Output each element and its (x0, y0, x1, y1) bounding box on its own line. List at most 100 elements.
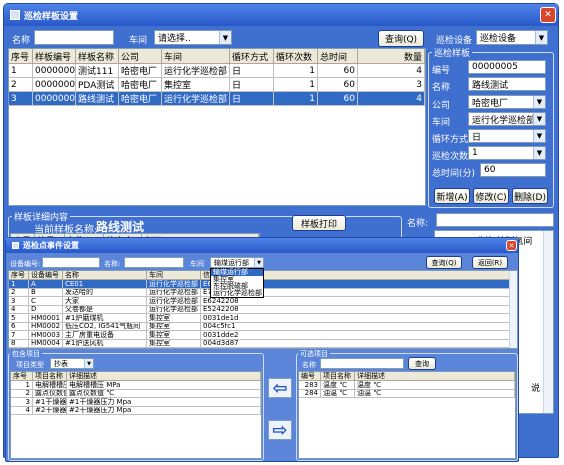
edit-button[interactable]: 修改(C) (473, 188, 509, 204)
workshop-dropdown-list[interactable]: 输煤运行部 集控室 东控脱硫部 运行化学巡检部 (210, 268, 264, 298)
name-filter-input[interactable] (34, 30, 114, 45)
detail-name-input[interactable] (436, 213, 554, 227)
cell-company: 哈密电厂 (119, 78, 162, 92)
cell-name: #1干燥器压力 (33, 398, 67, 407)
cell-name: 测试111 (76, 64, 119, 78)
device-code-label: 设备编号: (10, 260, 41, 268)
name-input[interactable]: 路线测试 (468, 77, 546, 91)
popup-name-input[interactable] (124, 257, 184, 268)
opt-col-desc: 详细描述 (355, 372, 515, 381)
cell-code: 283 (299, 381, 321, 390)
item-type-select[interactable]: 抄表 ▼ (50, 358, 94, 369)
cell-desc: #2干燥器压力 Mpa (67, 406, 261, 415)
optional-grid[interactable]: 编号 项目名称 详细描述 283 温度 ℃ 温度 ℃ 284 油温 ℃ 油温 ℃ (298, 371, 516, 459)
move-left-button[interactable]: ⇦ (268, 378, 292, 399)
popup-return-button[interactable]: 返回(R) (472, 256, 508, 269)
optional-query-button[interactable]: 查询 (408, 357, 436, 370)
arrow-right-icon: ⇨ (272, 419, 288, 441)
cell-cycle-count: 1 (274, 92, 318, 106)
ev-col-name: 名称 (63, 271, 147, 280)
table-row[interactable]: 7 HM0003 主厂房重电设备 集控室 0031dde2 (9, 331, 517, 340)
cell-total-time: 60 (318, 92, 358, 106)
cell-desc: 电解槽槽压 MPa (67, 381, 261, 390)
col-header-cycle-mode: 循环方式 (230, 49, 274, 64)
included-grid[interactable]: 序号 项目名称 详细描述 1 电解槽槽压 电解槽槽压 MPa 2 露点仪数值 露… (10, 371, 262, 459)
cell-code: 00000003 (33, 64, 76, 78)
cell-seq: 3 (11, 398, 33, 407)
template-print-button[interactable]: 样板打印 (292, 215, 346, 231)
delete-button[interactable]: 删除(D) (512, 188, 548, 204)
col-header-cycle-count: 循环次数 (274, 49, 318, 64)
code-input[interactable]: 00000005 (468, 60, 546, 74)
cell-name: 露点仪数值 (33, 389, 67, 398)
cell-workshop: 集控室 (147, 314, 201, 323)
cell-workshop: 集控室 (147, 339, 201, 348)
cell-name: 温度 ℃ (321, 381, 355, 390)
cell-code: HM0004 (29, 339, 63, 348)
popup-workshop-value: 输煤运行部 (214, 258, 249, 267)
dropdown-option[interactable]: 运行化学巡检部 (211, 290, 263, 297)
cell-seq: 4 (11, 406, 33, 415)
cell-seq: 3 (9, 92, 33, 106)
device-code-input[interactable] (42, 257, 100, 268)
name-filter-label: 名称 (12, 36, 31, 46)
ev-col-code: 设备编号 (29, 271, 63, 280)
table-row[interactable]: 6 HM0002 低压CO2, IG541气瓶间 集控室 004c5fc1 (9, 322, 517, 331)
included-grid-header: 序号 项目名称 详细描述 (11, 372, 261, 381)
company-select[interactable]: 哈密电厂 ▼ (468, 95, 546, 109)
table-row[interactable]: 8 HM0004 #1炉送风机 集控室 004d3d87 (9, 339, 517, 348)
cell-company: 哈密电厂 (119, 64, 162, 78)
cell-name: 低压CO2, IG541气瓶间 (63, 322, 147, 331)
template-grid[interactable]: 序号 样板编号 样板名称 公司 车间 循环方式 循环次数 总时间 数量 1 00… (8, 48, 426, 206)
table-row[interactable]: 3 #1干燥器压力 #1干燥器压力 Mpa (11, 398, 261, 407)
cell-cycle-mode: 日 (230, 92, 274, 106)
detail-list-scrollbar[interactable] (543, 231, 553, 413)
cell-code: HM0002 (29, 322, 63, 331)
popup-name-label: 名称: (104, 260, 121, 268)
included-panel-title: 包含项目 (10, 349, 42, 359)
cell-code: 284 (299, 389, 321, 398)
device-filter-select[interactable]: 巡检设备 ▼ (476, 30, 548, 45)
event-grid-scrollbar[interactable] (509, 271, 517, 348)
add-button[interactable]: 新增(A) (434, 188, 470, 204)
table-row[interactable]: 1 电解槽槽压 电解槽槽压 MPa (11, 381, 261, 390)
cell-code: A (29, 280, 63, 289)
table-row[interactable]: 4 D 父卷都是 运行化学巡检部 E5242208 (9, 305, 517, 314)
cell-seq: 3 (9, 297, 29, 306)
table-row[interactable]: 3 C 大家 运行化学巡检部 E6242208 (9, 297, 517, 306)
table-row[interactable]: 283 温度 ℃ 温度 ℃ (299, 381, 515, 390)
table-row[interactable]: 5 HM0001 #1炉磨煤机 集控室 0031de1d (9, 314, 517, 323)
table-row[interactable]: 4 #2干燥器压力 #2干燥器压力 Mpa (11, 406, 261, 415)
table-row[interactable]: 1 00000003 测试111 哈密电厂 运行化学巡检部 日 1 60 4 (9, 64, 425, 78)
cell-name: #1炉送风机 (63, 339, 147, 348)
main-close-button[interactable]: ✕ (540, 7, 556, 23)
cell-seq: 8 (9, 339, 29, 348)
cell-workshop: 集控室 (147, 331, 201, 340)
popup-query-button[interactable]: 查询(Q) (426, 256, 462, 269)
cell-workshop: 集控室 (162, 78, 230, 92)
cell-name: 父卷都是 (63, 305, 147, 314)
table-row[interactable]: 2 露点仪数值 露点仪数值 ℃ (11, 389, 261, 398)
col-header-seq: 序号 (9, 49, 33, 64)
cell-cycle-mode: 日 (230, 78, 274, 92)
chevron-down-icon: ▼ (533, 113, 545, 125)
total-time-input[interactable]: 60 (480, 163, 546, 177)
event-close-button[interactable]: ✕ (506, 240, 517, 251)
cell-name: 主厂房重电设备 (63, 331, 147, 340)
table-row[interactable]: 284 油温 ℃ 油温 ℃ (299, 389, 515, 398)
workshop-select[interactable]: 运行化学巡检部 ▼ (468, 112, 546, 126)
move-right-button[interactable]: ⇨ (268, 419, 292, 441)
cycle-mode-select[interactable]: 日 ▼ (468, 129, 546, 143)
cell-desc: 温度 ℃ (355, 381, 515, 390)
table-row-selected[interactable]: 3 00000005 路线测试 哈密电厂 运行化学巡检部 日 1 60 4 (9, 92, 425, 106)
main-query-button[interactable]: 查询(Q) (378, 30, 424, 47)
cycle-count-select[interactable]: 1 ▼ (468, 146, 546, 160)
detail-list-edge-text: 说 (531, 384, 541, 394)
optional-grid-header: 编号 项目名称 详细描述 (299, 372, 515, 381)
popup-workshop-select[interactable]: 输煤运行部 ▼ (210, 257, 264, 268)
inc-col-desc: 详细描述 (67, 372, 261, 381)
chevron-down-icon: ▼ (533, 130, 545, 142)
workshop-filter-select[interactable]: 请选择.. ▼ (154, 30, 232, 45)
table-row[interactable]: 2 00000004 PDA测试 哈密电厂 集控室 日 1 60 3 (9, 78, 425, 92)
optional-name-input[interactable] (320, 358, 404, 369)
